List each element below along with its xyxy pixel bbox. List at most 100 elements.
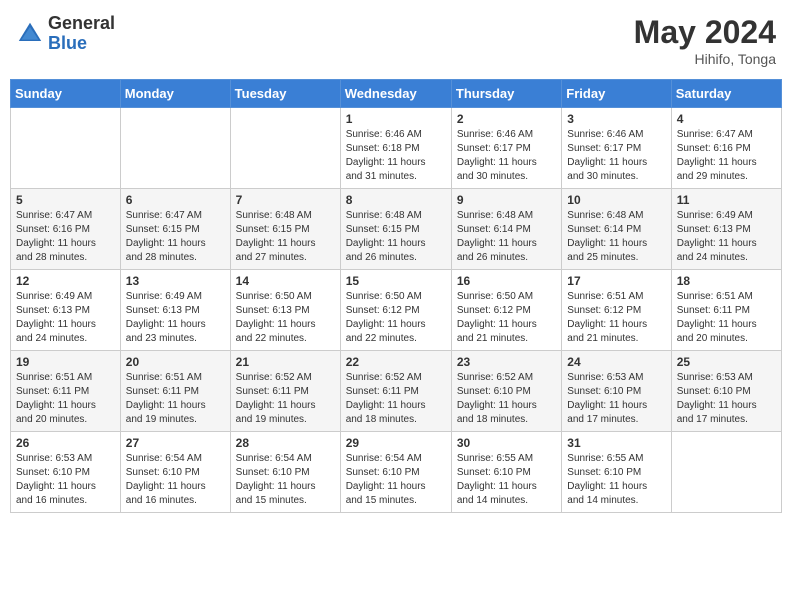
day-number: 14 <box>236 274 335 288</box>
calendar-cell: 5 Sunrise: 6:47 AM Sunset: 6:16 PM Daylig… <box>11 189 121 270</box>
calendar-cell: 1 Sunrise: 6:46 AM Sunset: 6:18 PM Daylig… <box>340 108 451 189</box>
calendar-cell: 7 Sunrise: 6:48 AM Sunset: 6:15 PM Daylig… <box>230 189 340 270</box>
logo-icon <box>16 20 44 48</box>
day-number: 12 <box>16 274 115 288</box>
calendar-cell: 31 Sunrise: 6:55 AM Sunset: 6:10 PM Dayli… <box>562 432 671 513</box>
day-number: 15 <box>346 274 446 288</box>
day-number: 5 <box>16 193 115 207</box>
day-info: Sunrise: 6:54 AM Sunset: 6:10 PM Dayligh… <box>126 452 225 508</box>
calendar-cell: 8Sunrise: 6:48 AM Sunset: 6:15 PM Daylig… <box>340 189 451 270</box>
day-info: Sunrise: 6:55 AM Sunset: 6:10 PM Dayligh… <box>567 452 665 508</box>
day-info: Sunrise: 6:51 AM Sunset: 6:11 PM Dayligh… <box>677 290 776 346</box>
weekday-header-wednesday: Wednesday <box>340 80 451 108</box>
day-info: Sunrise: 6:50 AM Sunset: 6:12 PM Dayligh… <box>457 290 556 346</box>
day-number: 7 <box>236 193 335 207</box>
day-info: Sunrise: 6:51 AM Sunset: 6:11 PM Dayligh… <box>126 371 225 427</box>
day-info: Sunrise: 6:48 AM Sunset: 6:15 PM Dayligh… <box>346 209 446 265</box>
header: General Blue May 2024 Hihifo, Tonga <box>10 10 782 71</box>
calendar-cell: 26 Sunrise: 6:53 AM Sunset: 6:10 PM Dayli… <box>11 432 121 513</box>
calendar-cell: 11 Sunrise: 6:49 AM Sunset: 6:13 PM Dayli… <box>671 189 781 270</box>
day-info: Sunrise: 6:50 AM Sunset: 6:13 PM Dayligh… <box>236 290 335 346</box>
day-number: 28 <box>236 436 335 450</box>
day-info: Sunrise: 6:48 AM Sunset: 6:15 PM Dayligh… <box>236 209 335 265</box>
day-number: 22 <box>346 355 446 369</box>
month-year: May 2024 <box>634 14 776 51</box>
weekday-header-saturday: Saturday <box>671 80 781 108</box>
day-number: 1 <box>346 112 446 126</box>
day-number: 16 <box>457 274 556 288</box>
day-number: 21 <box>236 355 335 369</box>
week-row-3: 12 Sunrise: 6:49 AM Sunset: 6:13 PM Dayli… <box>11 270 782 351</box>
logo-general: General <box>48 14 115 34</box>
day-info: Sunrise: 6:53 AM Sunset: 6:10 PM Dayligh… <box>16 452 115 508</box>
weekday-header-tuesday: Tuesday <box>230 80 340 108</box>
calendar-cell: 13Sunrise: 6:49 AM Sunset: 6:13 PM Dayli… <box>120 270 230 351</box>
calendar-cell: 10Sunrise: 6:48 AM Sunset: 6:14 PM Dayli… <box>562 189 671 270</box>
day-number: 29 <box>346 436 446 450</box>
day-info: Sunrise: 6:51 AM Sunset: 6:11 PM Dayligh… <box>16 371 115 427</box>
day-info: Sunrise: 6:53 AM Sunset: 6:10 PM Dayligh… <box>567 371 665 427</box>
calendar-cell: 3Sunrise: 6:46 AM Sunset: 6:17 PM Daylig… <box>562 108 671 189</box>
calendar-cell: 28 Sunrise: 6:54 AM Sunset: 6:10 PM Dayli… <box>230 432 340 513</box>
calendar-cell: 16 Sunrise: 6:50 AM Sunset: 6:12 PM Dayli… <box>451 270 561 351</box>
day-number: 27 <box>126 436 225 450</box>
day-info: Sunrise: 6:54 AM Sunset: 6:10 PM Dayligh… <box>236 452 335 508</box>
day-info: Sunrise: 6:46 AM Sunset: 6:18 PM Dayligh… <box>346 128 446 184</box>
calendar-cell <box>120 108 230 189</box>
day-info: Sunrise: 6:51 AM Sunset: 6:12 PM Dayligh… <box>567 290 665 346</box>
day-number: 3 <box>567 112 665 126</box>
calendar-cell: 15 Sunrise: 6:50 AM Sunset: 6:12 PM Dayli… <box>340 270 451 351</box>
calendar-cell: 4Sunrise: 6:47 AM Sunset: 6:16 PM Daylig… <box>671 108 781 189</box>
day-info: Sunrise: 6:47 AM Sunset: 6:16 PM Dayligh… <box>16 209 115 265</box>
calendar: SundayMondayTuesdayWednesdayThursdayFrid… <box>10 79 782 513</box>
week-row-4: 19Sunrise: 6:51 AM Sunset: 6:11 PM Dayli… <box>11 351 782 432</box>
day-info: Sunrise: 6:55 AM Sunset: 6:10 PM Dayligh… <box>457 452 556 508</box>
week-row-2: 5 Sunrise: 6:47 AM Sunset: 6:16 PM Daylig… <box>11 189 782 270</box>
day-info: Sunrise: 6:52 AM Sunset: 6:10 PM Dayligh… <box>457 371 556 427</box>
week-row-5: 26 Sunrise: 6:53 AM Sunset: 6:10 PM Dayli… <box>11 432 782 513</box>
day-info: Sunrise: 6:52 AM Sunset: 6:11 PM Dayligh… <box>236 371 335 427</box>
calendar-cell: 6Sunrise: 6:47 AM Sunset: 6:15 PM Daylig… <box>120 189 230 270</box>
calendar-cell: 29 Sunrise: 6:54 AM Sunset: 6:10 PM Dayli… <box>340 432 451 513</box>
day-number: 4 <box>677 112 776 126</box>
day-info: Sunrise: 6:46 AM Sunset: 6:17 PM Dayligh… <box>457 128 556 184</box>
day-number: 9 <box>457 193 556 207</box>
day-number: 13 <box>126 274 225 288</box>
logo-blue: Blue <box>48 34 115 54</box>
day-number: 2 <box>457 112 556 126</box>
day-info: Sunrise: 6:50 AM Sunset: 6:12 PM Dayligh… <box>346 290 446 346</box>
location: Hihifo, Tonga <box>634 51 776 67</box>
day-info: Sunrise: 6:49 AM Sunset: 6:13 PM Dayligh… <box>677 209 776 265</box>
calendar-cell: 25 Sunrise: 6:53 AM Sunset: 6:10 PM Dayli… <box>671 351 781 432</box>
day-number: 24 <box>567 355 665 369</box>
calendar-cell: 18Sunrise: 6:51 AM Sunset: 6:11 PM Dayli… <box>671 270 781 351</box>
day-info: Sunrise: 6:52 AM Sunset: 6:11 PM Dayligh… <box>346 371 446 427</box>
calendar-cell: 14 Sunrise: 6:50 AM Sunset: 6:13 PM Dayli… <box>230 270 340 351</box>
calendar-cell: 22 Sunrise: 6:52 AM Sunset: 6:11 PM Dayli… <box>340 351 451 432</box>
calendar-cell: 30 Sunrise: 6:55 AM Sunset: 6:10 PM Dayli… <box>451 432 561 513</box>
weekday-header-friday: Friday <box>562 80 671 108</box>
day-number: 30 <box>457 436 556 450</box>
day-number: 25 <box>677 355 776 369</box>
day-number: 26 <box>16 436 115 450</box>
day-info: Sunrise: 6:53 AM Sunset: 6:10 PM Dayligh… <box>677 371 776 427</box>
calendar-cell: 19Sunrise: 6:51 AM Sunset: 6:11 PM Dayli… <box>11 351 121 432</box>
calendar-cell <box>230 108 340 189</box>
day-info: Sunrise: 6:47 AM Sunset: 6:15 PM Dayligh… <box>126 209 225 265</box>
calendar-cell: 2 Sunrise: 6:46 AM Sunset: 6:17 PM Daylig… <box>451 108 561 189</box>
calendar-cell: 9Sunrise: 6:48 AM Sunset: 6:14 PM Daylig… <box>451 189 561 270</box>
title-block: May 2024 Hihifo, Tonga <box>634 14 776 67</box>
day-info: Sunrise: 6:49 AM Sunset: 6:13 PM Dayligh… <box>16 290 115 346</box>
logo: General Blue <box>16 14 115 54</box>
day-info: Sunrise: 6:48 AM Sunset: 6:14 PM Dayligh… <box>567 209 665 265</box>
logo-text: General Blue <box>48 14 115 54</box>
calendar-cell: 27 Sunrise: 6:54 AM Sunset: 6:10 PM Dayli… <box>120 432 230 513</box>
calendar-cell <box>671 432 781 513</box>
day-number: 11 <box>677 193 776 207</box>
weekday-header-row: SundayMondayTuesdayWednesdayThursdayFrid… <box>11 80 782 108</box>
day-info: Sunrise: 6:54 AM Sunset: 6:10 PM Dayligh… <box>346 452 446 508</box>
day-number: 31 <box>567 436 665 450</box>
calendar-cell: 17Sunrise: 6:51 AM Sunset: 6:12 PM Dayli… <box>562 270 671 351</box>
day-number: 23 <box>457 355 556 369</box>
day-number: 20 <box>126 355 225 369</box>
